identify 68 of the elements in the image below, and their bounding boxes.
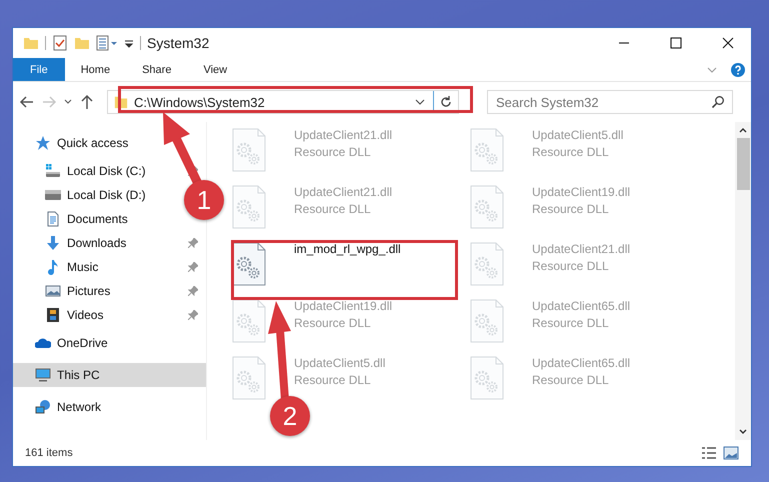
pictures-icon bbox=[45, 283, 61, 299]
nav-item[interactable]: Network bbox=[13, 395, 110, 419]
gears-file-icon bbox=[470, 299, 504, 343]
nav-item[interactable]: OneDrive bbox=[13, 331, 116, 355]
pin-icon[interactable] bbox=[188, 286, 198, 296]
pin-icon[interactable] bbox=[188, 310, 198, 320]
scrollbar-thumb[interactable] bbox=[736, 138, 750, 190]
file-type: Resource DLL bbox=[294, 145, 372, 159]
ribbon-tab[interactable]: Share bbox=[126, 58, 188, 81]
up-arrow-icon[interactable] bbox=[79, 94, 95, 110]
downloads-icon bbox=[45, 235, 61, 251]
network-icon bbox=[35, 399, 51, 415]
minimize-icon[interactable] bbox=[618, 42, 630, 44]
refresh-icon[interactable] bbox=[439, 95, 453, 109]
drive-icon bbox=[45, 187, 61, 203]
properties-icon[interactable] bbox=[96, 35, 118, 51]
nav-item[interactable]: Pictures bbox=[13, 279, 206, 303]
address-field[interactable]: C:\Windows\System32 bbox=[107, 90, 459, 114]
gears-file-icon bbox=[232, 356, 266, 400]
nav-item[interactable]: Local Disk (D:) bbox=[13, 183, 154, 207]
maximize-icon[interactable] bbox=[670, 37, 682, 49]
pc-icon bbox=[35, 367, 51, 383]
file-type: Resource DLL bbox=[532, 259, 610, 273]
pin-icon[interactable] bbox=[188, 262, 198, 272]
file-name[interactable]: im_mod_rl_wpg_.dll bbox=[294, 242, 401, 256]
ribbon-tab[interactable]: View bbox=[187, 58, 244, 81]
ribbon-tab[interactable]: File bbox=[13, 58, 65, 81]
folder-icon bbox=[114, 95, 128, 109]
file-type: Resource DLL bbox=[294, 373, 372, 387]
ribbon-tab[interactable]: Home bbox=[64, 58, 126, 81]
nav-item[interactable]: Quick access bbox=[13, 131, 136, 155]
file-type: Resource DLL bbox=[532, 145, 610, 159]
gears-file-icon bbox=[232, 185, 266, 229]
gears-file-icon bbox=[470, 242, 504, 286]
file-type: Resource DLL bbox=[532, 373, 610, 387]
file-type: Resource DLL bbox=[532, 316, 610, 330]
back-arrow-icon[interactable] bbox=[19, 94, 35, 110]
nav-item[interactable]: Downloads bbox=[13, 231, 206, 255]
star-icon bbox=[35, 135, 51, 151]
nav-item[interactable]: Music bbox=[13, 255, 206, 279]
pin-icon[interactable] bbox=[188, 166, 198, 176]
documents-icon bbox=[45, 211, 61, 227]
gears-file-icon bbox=[470, 185, 504, 229]
close-icon[interactable] bbox=[722, 37, 734, 49]
file-type: Resource DLL bbox=[532, 202, 610, 216]
scrollbar-track[interactable] bbox=[735, 122, 751, 440]
window-title: System32 bbox=[147, 35, 210, 51]
gears-file-icon bbox=[232, 128, 266, 172]
gears-file-icon bbox=[232, 242, 266, 286]
details-view-icon[interactable] bbox=[701, 446, 717, 460]
nav-item[interactable]: Local Disk (C:) bbox=[13, 159, 206, 183]
file-type: Resource DLL bbox=[294, 202, 372, 216]
file-type: Resource DLL bbox=[294, 316, 372, 330]
large-icons-view-icon[interactable] bbox=[723, 446, 739, 460]
search-icon bbox=[711, 95, 725, 109]
pin-icon[interactable] bbox=[188, 238, 198, 248]
nav-item[interactable]: This PC bbox=[13, 363, 206, 387]
gears-file-icon bbox=[470, 128, 504, 172]
gears-file-icon bbox=[232, 299, 266, 343]
help-icon[interactable] bbox=[731, 62, 745, 76]
gears-file-icon bbox=[470, 356, 504, 400]
drive-win-icon bbox=[45, 163, 61, 179]
videos-icon bbox=[45, 307, 61, 323]
search-field[interactable]: Search System32 bbox=[487, 90, 733, 114]
item-count: 161 items bbox=[25, 447, 73, 459]
nav-item[interactable]: Videos bbox=[13, 303, 206, 327]
nav-item[interactable]: Documents bbox=[13, 207, 136, 231]
checklist-icon[interactable] bbox=[52, 35, 68, 51]
